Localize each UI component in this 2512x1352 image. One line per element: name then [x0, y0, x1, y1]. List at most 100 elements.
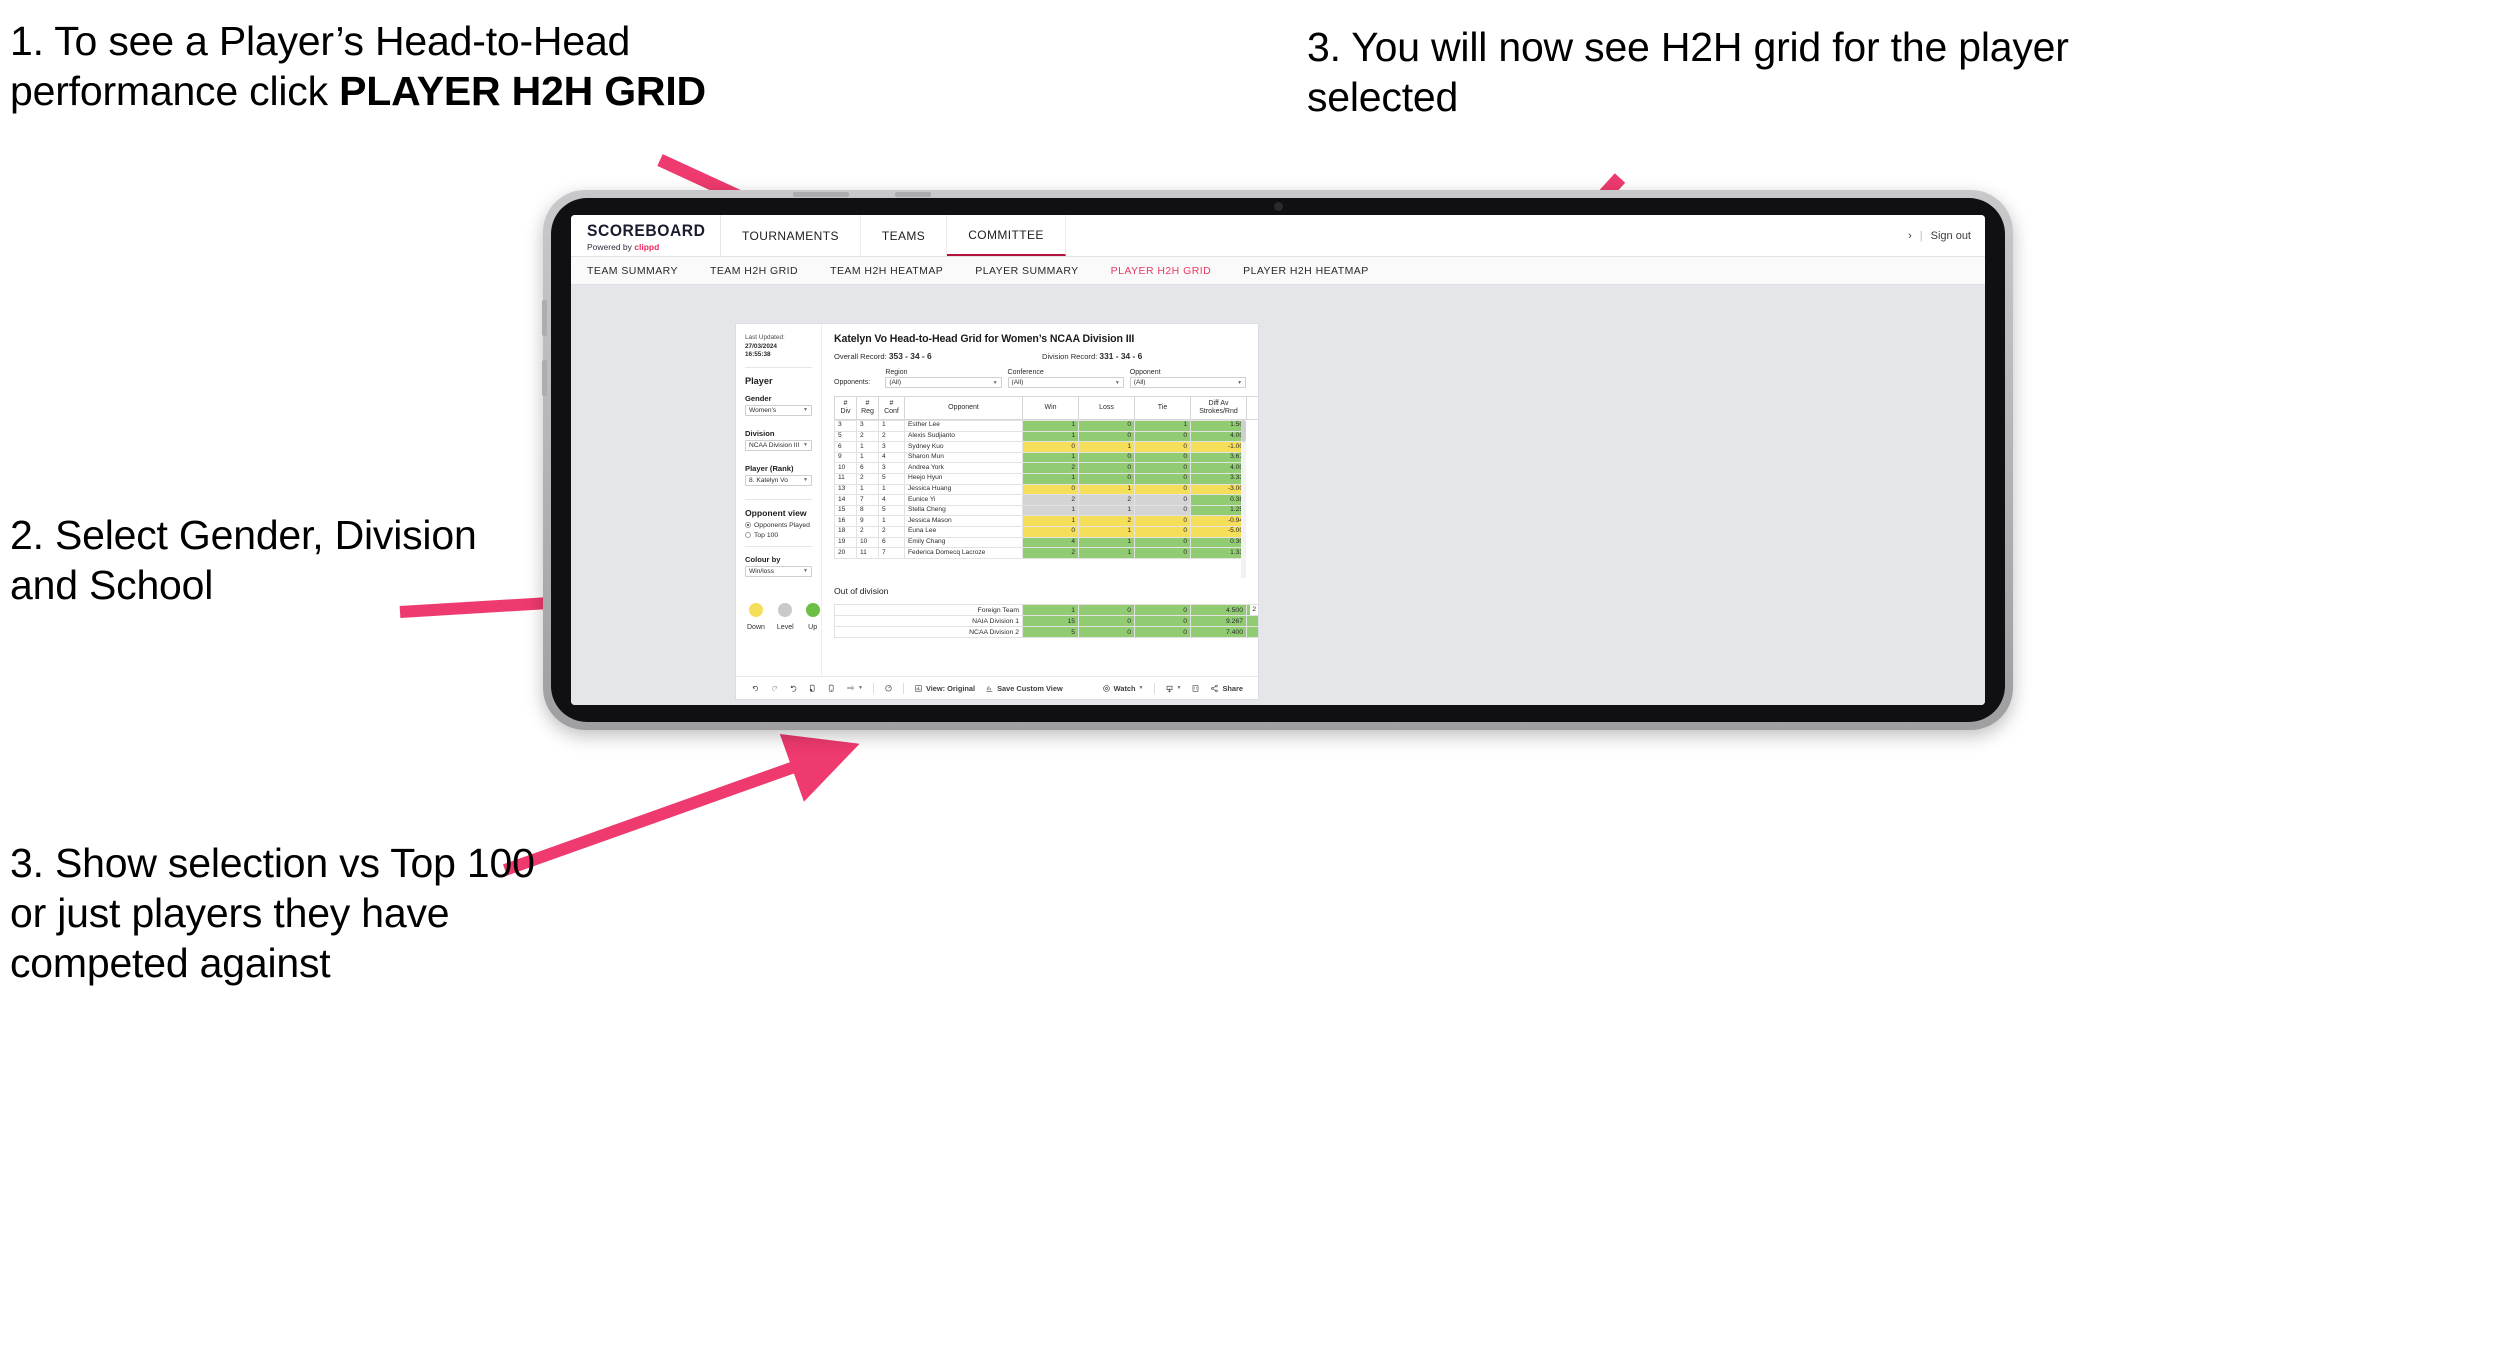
division-record: Division Record: 331 - 34 - 6 [1042, 351, 1142, 361]
subnav-item-player-summary[interactable]: PLAYER SUMMARY [959, 265, 1094, 277]
win-value: 1 [1022, 604, 1079, 617]
table-row[interactable]: 331Esther Lee1011.504 [834, 420, 1246, 432]
zoom-button[interactable] [879, 684, 898, 693]
column-header-opponent[interactable]: Opponent [904, 395, 1023, 421]
opponent-filters-row: Opponents: Region (All) ▼ Conference (Al… [834, 369, 1247, 388]
column-header-rounds[interactable]: Rounds [1246, 395, 1258, 421]
table-row[interactable]: 1063Andrea York2004.004 [834, 462, 1246, 475]
out-of-division-row[interactable]: NCAA Division 25007.40010 [834, 626, 1258, 639]
topbar-right: › | Sign out [1908, 215, 1985, 256]
table-row[interactable]: 1125Heejo Hyun1003.333 [834, 473, 1246, 485]
top-navigation: TOURNAMENTS TEAMS COMMITTEE [721, 215, 1066, 256]
filter-select-opponent[interactable]: (All) ▼ [1129, 377, 1247, 388]
diff-av-strokes-value: 0.38 [1190, 494, 1246, 506]
column-header-win[interactable]: Win [1022, 395, 1079, 421]
table-row[interactable]: 1311Jessica Huang010-3.002 [834, 483, 1246, 496]
opponent-name: Federica Domecq Lacroze [904, 547, 1023, 559]
tie-value: 0 [1134, 536, 1191, 549]
fullscreen-button[interactable] [1186, 684, 1205, 693]
table-row[interactable]: 19106Emily Chang4100.3011 [834, 536, 1246, 549]
out-of-division-name: NCAA Division 2 [834, 626, 1023, 639]
refresh-button[interactable] [803, 684, 822, 693]
pan-button[interactable]: ▼ [841, 684, 868, 693]
share-button[interactable]: Share [1205, 684, 1248, 693]
opponent-rank-conf: 5 [878, 504, 905, 517]
diff-av-strokes-value: 0.30 [1190, 536, 1246, 549]
radio-opponents-played[interactable]: Opponents Played [745, 522, 812, 529]
filter-select-player-rank[interactable]: 8. Katelyn Vo ▼ [745, 474, 812, 486]
table-vertical-scrollbar[interactable] [1241, 420, 1246, 579]
view-original-button[interactable]: View: Original [909, 684, 980, 693]
chevron-down-icon: ▼ [803, 407, 808, 414]
column-header-div[interactable]: # Div [834, 395, 857, 421]
out-of-division-row[interactable]: Foreign Team 1 0 0 4.500 2 [834, 604, 1258, 617]
subnav-item-player-h2h-heatmap[interactable]: PLAYER H2H HEATMAP [1227, 265, 1385, 277]
table-row[interactable]: 1474Eunice Yi2200.389 [834, 494, 1246, 506]
loss-value: 0 [1078, 604, 1135, 617]
opponent-rank-conf: 5 [878, 473, 905, 485]
table-row[interactable]: 613Sydney Kuo010-1.003 [834, 441, 1246, 453]
table-row[interactable]: 522Alexis Sudjianto1004.003 [834, 430, 1246, 443]
pause-button[interactable] [822, 684, 841, 693]
filter-select-division[interactable]: NCAA Division III ▼ [745, 439, 812, 451]
win-value: 0 [1022, 441, 1079, 453]
h2h-table-rows: 331Esther Lee1011.504522Alexis Sudjianto… [834, 420, 1246, 559]
topnav-item-tournaments[interactable]: TOURNAMENTS [721, 215, 861, 256]
column-header-reg[interactable]: # Reg [856, 395, 879, 421]
tie-value: 0 [1134, 547, 1191, 559]
win-value: 15 [1022, 615, 1079, 628]
tie-value: 0 [1134, 526, 1191, 538]
win-value: 0 [1022, 483, 1079, 496]
sign-out-link[interactable]: Sign out [1931, 230, 1971, 242]
legend-label-down: Down [747, 623, 765, 631]
redo-button[interactable] [765, 684, 784, 693]
share-label: Share [1222, 683, 1243, 693]
opponent-name: Sharon Mun [904, 451, 1023, 464]
radio-top-100[interactable]: Top 100 [745, 532, 812, 539]
subnav-item-team-h2h-grid[interactable]: TEAM H2H GRID [694, 265, 814, 277]
brand-logo[interactable]: SCOREBOARD Powered by clippd [571, 215, 721, 256]
toolbar-separator-2 [902, 682, 904, 694]
column-header-diff-av-strokes-rnd[interactable]: Diff Av Strokes/Rnd [1190, 395, 1247, 421]
column-header-tie[interactable]: Tie [1134, 395, 1191, 421]
column-header-loss[interactable]: Loss [1078, 395, 1135, 421]
table-row[interactable]: 20117Federica Domecq Lacroze2101.336 [834, 547, 1246, 559]
filter-select-region[interactable]: (All) ▼ [885, 377, 1002, 388]
scrollbar-thumb[interactable] [1241, 420, 1246, 443]
filter-select-gender[interactable]: Women's ▼ [745, 404, 812, 416]
undo-button[interactable] [746, 684, 765, 693]
filter-select-conference[interactable]: (All) ▼ [1007, 377, 1124, 388]
annotation-step-1: 1. To see a Player’s Head-to-Head perfor… [10, 16, 750, 116]
filter-select-colour-by[interactable]: Win/loss ▼ [745, 565, 812, 577]
last-updated: Last Updated: 27/03/2024 16:55:38 [745, 334, 812, 360]
h2h-table-scroll[interactable]: 331Esther Lee1011.504522Alexis Sudjianto… [834, 420, 1246, 579]
opponent-rank-reg: 1 [856, 483, 879, 496]
out-of-division-row[interactable]: NAIA Division 115009.26730 [834, 615, 1258, 628]
diff-av-strokes-value: 4.00 [1190, 430, 1246, 443]
topnav-item-committee[interactable]: COMMITTEE [947, 215, 1066, 256]
watch-button[interactable]: Watch ▼ [1097, 684, 1149, 693]
subnav-item-player-h2h-grid[interactable]: PLAYER H2H GRID [1095, 265, 1228, 277]
table-row[interactable]: 914Sharon Mun1003.673 [834, 451, 1246, 464]
table-row[interactable]: 1822Euna Lee010-5.002 [834, 526, 1246, 538]
opponent-rank-reg: 7 [856, 494, 879, 506]
column-header-conf[interactable]: # Conf [878, 395, 905, 421]
win-value: 1 [1022, 504, 1079, 517]
account-chevron-icon[interactable]: › [1908, 230, 1912, 242]
overall-record: Overall Record: 353 - 34 - 6 [834, 351, 1042, 361]
topnav-item-teams[interactable]: TEAMS [861, 215, 948, 256]
chevron-down-icon: ▼ [1138, 685, 1144, 691]
view-icon [914, 684, 923, 693]
download-button[interactable]: ▼ [1160, 684, 1187, 693]
win-value: 1 [1022, 430, 1079, 443]
opponent-filter-opponent: Opponent (All) ▼ [1129, 369, 1247, 388]
revert-button[interactable] [784, 684, 803, 693]
table-row[interactable]: 1691Jessica Mason120-0.947 [834, 515, 1246, 528]
table-row[interactable]: 1585Stella Cheng1101.254 [834, 504, 1246, 517]
subnav-item-team-h2h-heatmap[interactable]: TEAM H2H HEATMAP [814, 265, 959, 277]
subnav-item-team-summary[interactable]: TEAM SUMMARY [587, 265, 694, 277]
save-custom-view-button[interactable]: Save Custom View [980, 684, 1068, 693]
tablet-power-button [793, 192, 849, 197]
opponent-name: Eunice Yi [904, 494, 1023, 506]
brand-tagline-prefix: Powered by [587, 242, 635, 252]
